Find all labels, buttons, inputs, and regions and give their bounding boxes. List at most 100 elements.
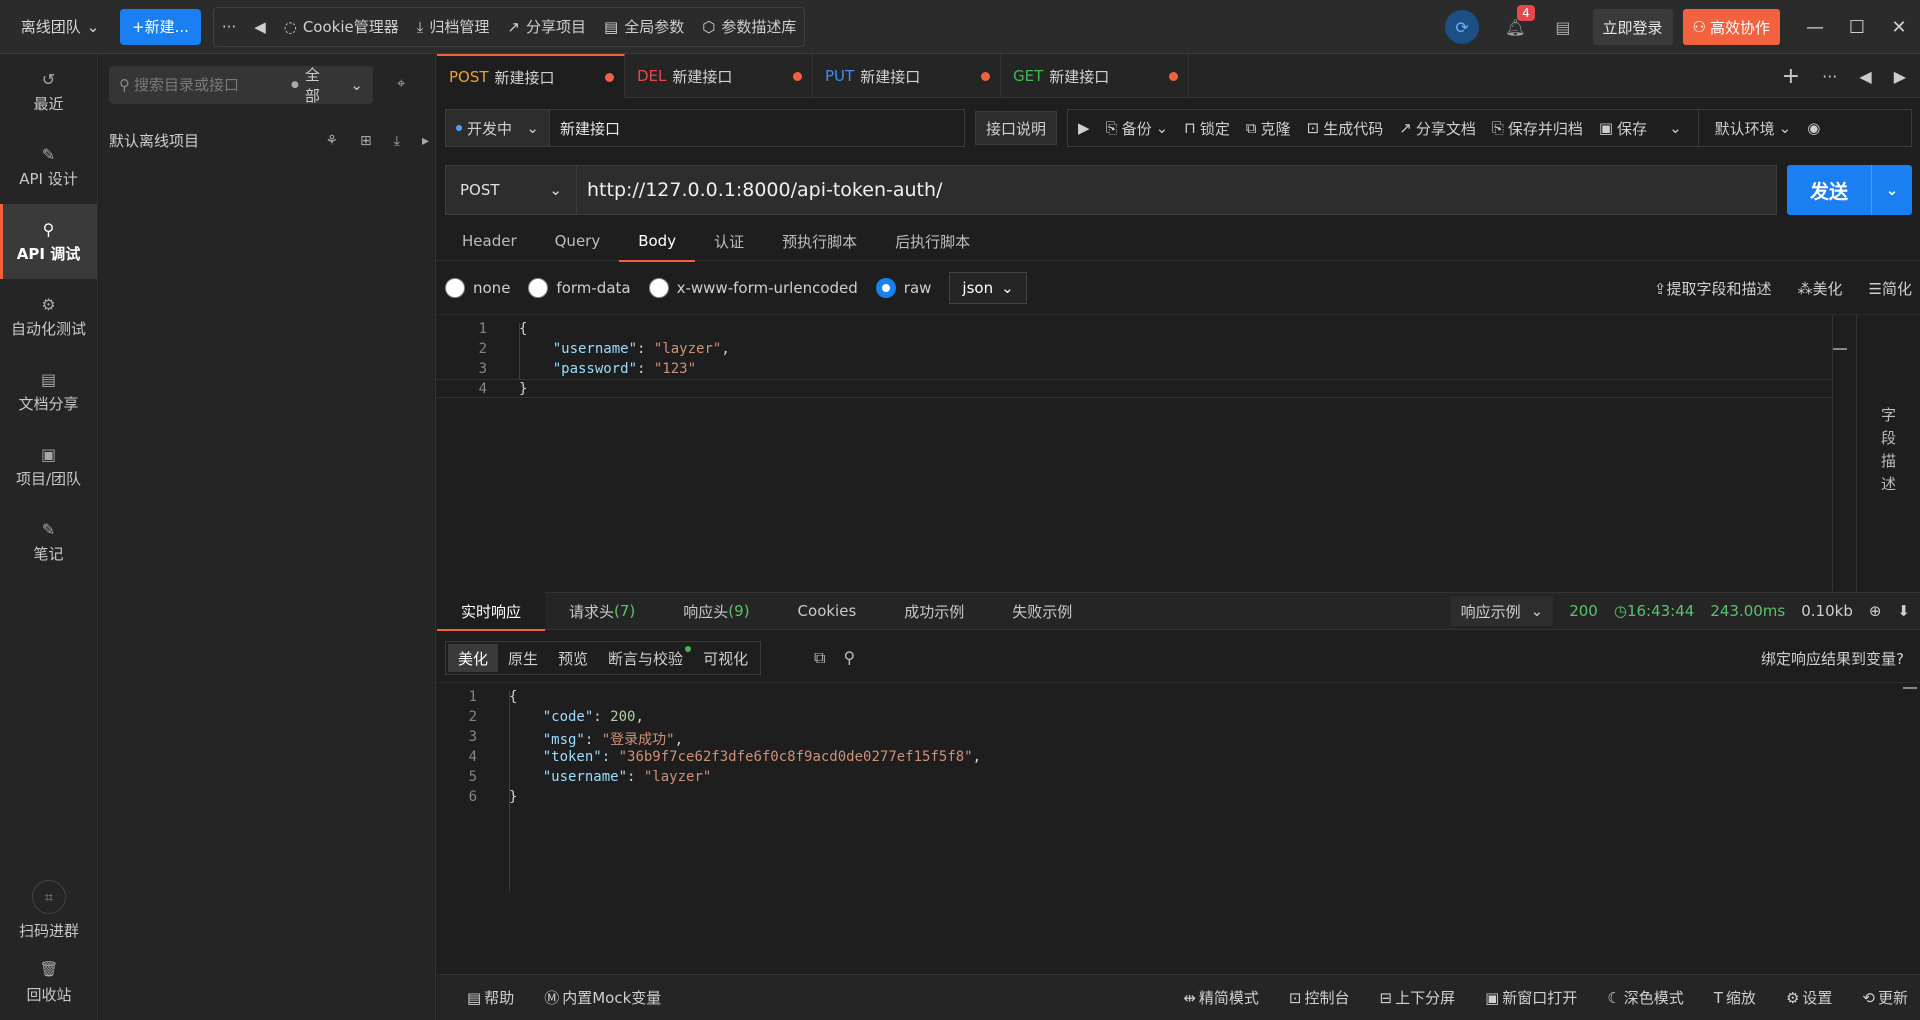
chevron-down-icon[interactable]: ⌄ xyxy=(1669,119,1682,137)
tab-success-example[interactable]: 成功示例 xyxy=(880,592,988,630)
dark-mode-button[interactable]: ☾ 深色模式 xyxy=(1607,987,1683,1008)
tab-put[interactable]: PUT 新建接口 xyxy=(813,54,1001,98)
trash-bin[interactable]: 🗑︎ 回收站 xyxy=(0,960,98,1005)
tool-cookie[interactable]: ◌ Cookie管理器 xyxy=(284,16,399,37)
request-body-editor[interactable]: 1 {2 "username": "layzer", 3 "password": "… xyxy=(437,314,1920,592)
scroll-right-icon[interactable]: ▶ xyxy=(1894,67,1906,86)
backup-button[interactable]: ⎘ 备份 ⌄ xyxy=(1106,118,1169,139)
minimize-icon[interactable]: — xyxy=(1794,17,1836,38)
filter-select[interactable]: ● 全部 ⌄ xyxy=(291,64,363,106)
url-input[interactable] xyxy=(577,165,1777,215)
tab-response-headers[interactable]: 响应头 (9) xyxy=(659,592,773,630)
new-folder-icon[interactable]: ⊞ xyxy=(360,133,372,149)
tab-request-headers[interactable]: 请求头 (7) xyxy=(545,592,659,630)
raw-format-select[interactable]: json ⌄ xyxy=(949,272,1027,304)
beautify-button[interactable]: ⁂美化 xyxy=(1798,278,1843,299)
tab-auth[interactable]: 认证 xyxy=(695,221,763,261)
response-body-viewer[interactable]: 1 {2 "code": 200, 3 "msg": "登录成功", 4 "token… xyxy=(437,682,1920,917)
tab-post-script[interactable]: 后执行脚本 xyxy=(876,221,989,261)
new-window-button[interactable]: ▣ 新窗口打开 xyxy=(1485,987,1577,1008)
view-preview[interactable]: 预览 xyxy=(548,644,598,672)
add-api-icon[interactable]: ⚘ xyxy=(325,133,338,149)
collab-button[interactable]: ⚇ 高效协作 xyxy=(1682,9,1780,45)
api-name-input[interactable] xyxy=(549,109,965,147)
login-button[interactable]: 立即登录 xyxy=(1592,9,1673,45)
editor-scrollbar[interactable] xyxy=(1832,316,1847,591)
method-select[interactable]: POST ⌄ xyxy=(445,165,577,215)
zoom-button[interactable]: T 缩放 xyxy=(1714,987,1756,1008)
eye-icon[interactable]: ◉ xyxy=(1807,119,1820,137)
tool-param-library[interactable]: ⬡ 参数描述库 xyxy=(702,16,796,37)
nav-api-design[interactable]: ✎ API 设计 xyxy=(0,129,97,204)
import-icon[interactable]: ⤓ xyxy=(394,133,400,149)
copy-icon[interactable]: ⧉ xyxy=(814,648,825,668)
clone-button[interactable]: ⧉ 克隆 xyxy=(1246,118,1291,139)
notification-bell[interactable]: 🔔︎ 4 xyxy=(1505,4,1535,37)
tab-live-response[interactable]: 实时响应 xyxy=(437,592,546,631)
more-icon[interactable]: ··· xyxy=(1822,67,1837,86)
back-triangle-icon[interactable]: ◀ xyxy=(254,18,266,36)
scan-join-group[interactable]: ⌗ 扫码进群 xyxy=(0,880,98,941)
radio-form-data[interactable]: form-data xyxy=(528,278,631,298)
tab-cookies[interactable]: Cookies xyxy=(774,592,881,630)
compact-mode-button[interactable]: ⇹ 精简模式 xyxy=(1183,987,1259,1008)
nav-auto-test[interactable]: ⚙ 自动化测试 xyxy=(0,279,97,354)
tab-pre-script[interactable]: 预执行脚本 xyxy=(763,221,876,261)
view-raw[interactable]: 原生 xyxy=(498,644,548,672)
view-assertions[interactable]: 断言与校验 xyxy=(598,644,693,672)
api-description-button[interactable]: 接口说明 xyxy=(975,111,1058,145)
radio-urlencoded[interactable]: x-www-form-urlencoded xyxy=(648,278,858,298)
console-button[interactable]: ⊡ 控制台 xyxy=(1289,987,1350,1008)
nav-project-team[interactable]: ▣ 项目/团队 xyxy=(0,429,97,504)
save-button[interactable]: ▣ 保存 ⌄ xyxy=(1599,118,1682,139)
team-selector[interactable]: 离线团队 ⌄ xyxy=(0,0,120,54)
maximize-icon[interactable]: ☐ xyxy=(1836,17,1878,38)
response-example-select[interactable]: 响应示例 ⌄ xyxy=(1450,596,1554,626)
nav-recent[interactable]: ↺ 最近 xyxy=(0,54,97,129)
send-button[interactable]: 发送 ⌄ xyxy=(1787,165,1912,215)
radio-raw[interactable]: raw xyxy=(875,278,931,298)
simplify-button[interactable]: ☰简化 xyxy=(1869,278,1912,299)
share-doc-button[interactable]: ↗ 分享文档 xyxy=(1399,118,1476,139)
nav-notes[interactable]: ✎ 笔记 xyxy=(0,504,97,579)
tab-query[interactable]: Query xyxy=(536,221,620,261)
run-icon[interactable]: ▶ xyxy=(1078,119,1090,137)
split-view-button[interactable]: ⊟ 上下分屏 xyxy=(1379,987,1455,1008)
more-menu[interactable]: ··· xyxy=(222,18,236,36)
tab-failure-example[interactable]: 失败示例 xyxy=(988,592,1096,630)
view-beautify[interactable]: 美化 xyxy=(448,644,499,672)
download-icon[interactable]: ⬇ xyxy=(1897,602,1910,620)
env-select[interactable]: 默认环境 ⌄ xyxy=(1715,118,1792,139)
tab-header[interactable]: Header xyxy=(443,221,536,261)
radio-none[interactable]: none xyxy=(445,278,510,298)
tab-del[interactable]: DEL 新建接口 xyxy=(625,54,813,98)
expand-icon[interactable]: ▸ xyxy=(422,133,429,149)
extract-fields-button[interactable]: ⇪提取字段和描述 xyxy=(1654,278,1772,299)
help-button[interactable]: ▤ 帮助 xyxy=(467,987,514,1008)
notes-icon[interactable]: ▤ xyxy=(1555,18,1570,37)
mock-variables-button[interactable]: Ⓜ 内置Mock变量 xyxy=(544,987,661,1008)
view-visualize[interactable]: 可视化 xyxy=(693,644,758,672)
nav-doc-share[interactable]: ▤ 文档分享 xyxy=(0,354,97,429)
globe-icon[interactable]: ⊕ xyxy=(1869,602,1882,620)
scroll-thumb[interactable] xyxy=(1833,348,1847,350)
tab-post[interactable]: POST 新建接口 xyxy=(437,54,625,98)
chevron-down-icon[interactable]: ⌄ xyxy=(1871,165,1912,215)
search-input[interactable] xyxy=(134,76,279,94)
sync-icon[interactable]: ⟳ xyxy=(1445,10,1480,44)
tool-global-params[interactable]: ▤ 全局参数 xyxy=(604,16,684,37)
scroll-left-icon[interactable]: ◀ xyxy=(1859,67,1871,86)
bind-response-variable-link[interactable]: 绑定响应结果到变量? xyxy=(1761,648,1904,669)
save-archive-button[interactable]: ⎘ 保存并归档 xyxy=(1492,118,1583,139)
tab-get[interactable]: GET 新建接口 xyxy=(1001,54,1189,98)
search-icon[interactable]: ⚲ xyxy=(843,648,855,668)
settings-button[interactable]: ⚙ 设置 xyxy=(1786,987,1832,1008)
plus-icon[interactable]: + xyxy=(1782,64,1800,89)
project-item[interactable]: 默认离线项目 ⚘ ⊞ ⤓ ▸ xyxy=(109,130,429,151)
tab-body[interactable]: Body xyxy=(619,221,695,262)
status-select[interactable]: 开发中 ⌄ xyxy=(445,109,549,147)
tool-share-project[interactable]: ↗ 分享项目 xyxy=(507,16,586,37)
new-button[interactable]: +新建... xyxy=(120,8,201,45)
generate-code-button[interactable]: ⊡ 生成代码 xyxy=(1307,118,1384,139)
nav-api-debug[interactable]: ⚲ API 调试 xyxy=(0,204,97,279)
